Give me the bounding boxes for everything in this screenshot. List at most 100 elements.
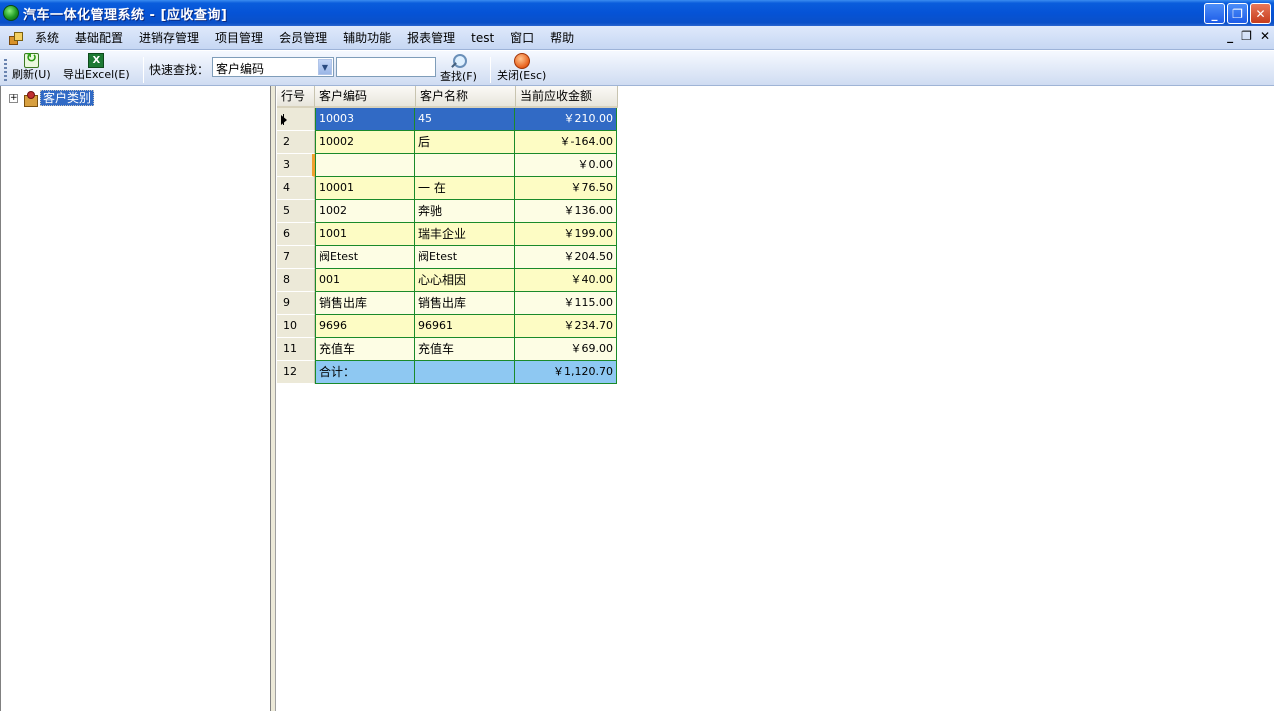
cell-amount[interactable]: ￥115.00 [515,292,617,315]
cell-customer-code[interactable]: 9696 [315,315,415,338]
close-window-button[interactable]: ✕ [1250,3,1271,24]
title-bar: 汽车一体化管理系统 - [应收查询] _ ❐ ✕ [0,0,1274,26]
mdi-minimize-button[interactable]: _ [1227,29,1233,43]
table-row[interactable]: 8 001 心心相因 ￥40.00 [277,269,618,292]
table-row[interactable]: 10 9696 96961 ￥234.70 [277,315,618,338]
cell-customer-name[interactable]: 45 [415,108,515,131]
menu-reports[interactable]: 报表管理 [399,27,463,49]
row-header[interactable]: 6 [277,223,315,246]
cell-customer-name[interactable]: 心心相因 [415,269,515,292]
cell-customer-name[interactable]: 瑞丰企业 [415,223,515,246]
tree-node-customer-category[interactable]: + 客户类别 [9,90,95,107]
category-tree-panel: + 客户类别 [0,86,271,711]
table-row[interactable]: 2 10002 后 ￥-164.00 [277,131,618,154]
close-button[interactable]: 关闭(Esc) [497,53,546,83]
cell-amount[interactable]: ￥-164.00 [515,131,617,154]
menu-help[interactable]: 帮助 [542,27,582,49]
panel-splitter[interactable] [271,86,276,711]
table-row[interactable]: 11 充值车 充值车 ￥69.00 [277,338,618,361]
menu-auxiliary[interactable]: 辅助功能 [335,27,399,49]
mdi-close-button[interactable]: ✕ [1260,29,1270,43]
cell-amount[interactable]: ￥199.00 [515,223,617,246]
toolbar-grip[interactable] [4,59,7,81]
chevron-down-icon[interactable]: ▼ [318,59,332,75]
cell-customer-code[interactable]: 销售出库 [315,292,415,315]
row-header[interactable] [277,108,315,131]
cell-customer-name[interactable]: 销售出库 [415,292,515,315]
menu-project[interactable]: 项目管理 [207,27,271,49]
cell-amount[interactable]: ￥136.00 [515,200,617,223]
restore-button[interactable]: ❐ [1227,3,1248,24]
expand-icon[interactable]: + [9,93,18,103]
table-row-total[interactable]: 12 合计： ￥1,120.70 [277,361,618,384]
cell-customer-name[interactable]: 充值车 [415,338,515,361]
column-header-amount[interactable]: 当前应收金额 [516,86,618,108]
row-header[interactable]: 9 [277,292,315,315]
toolbar: 刷新(U) X 导出Excel(E) 快速查找： 客户编码 ▼ 查找(F) 关闭… [0,51,1274,86]
mdi-restore-button[interactable]: ❐ [1241,29,1252,43]
cell-customer-name[interactable]: 一 在 [415,177,515,200]
cell-amount[interactable]: ￥210.00 [515,108,617,131]
cell-amount[interactable]: ￥40.00 [515,269,617,292]
row-header[interactable]: 4 [277,177,315,200]
cell-amount[interactable]: ￥76.50 [515,177,617,200]
table-row[interactable]: 3 ￥0.00 [277,154,618,177]
refresh-label: 刷新(U) [12,68,51,81]
cell-customer-name[interactable] [415,154,515,177]
column-header-customer-name[interactable]: 客户名称 [416,86,516,108]
cell-total-label[interactable]: 合计： [315,361,415,384]
cell-customer-name[interactable]: 奔驰 [415,200,515,223]
table-row[interactable]: 4 10001 一 在 ￥76.50 [277,177,618,200]
cell-amount[interactable]: ￥204.50 [515,246,617,269]
search-input[interactable] [336,57,436,77]
export-excel-button[interactable]: X 导出Excel(E) [63,53,130,82]
cell-customer-name[interactable]: 96961 [415,315,515,338]
tree-node-label[interactable]: 客户类别 [40,90,95,106]
cell-customer-name[interactable]: 阀Etest [415,246,515,269]
menu-system[interactable]: 系统 [27,27,67,49]
row-header[interactable]: 11 [277,338,315,361]
column-header-row-number[interactable]: 行号 [277,86,315,108]
find-button[interactable]: 查找(F) [440,53,477,84]
cell-customer-code[interactable] [315,154,415,177]
table-row[interactable]: 7 阀Etest 阀Etest ￥204.50 [277,246,618,269]
cell-customer-code[interactable]: 10001 [315,177,415,200]
row-header[interactable]: 8 [277,269,315,292]
cell-customer-code[interactable]: 1001 [315,223,415,246]
table-row[interactable]: 9 销售出库 销售出库 ￥115.00 [277,292,618,315]
row-header[interactable]: 12 [277,361,315,384]
row-header[interactable]: 3 [277,154,315,177]
row-header[interactable]: 10 [277,315,315,338]
cell-customer-code[interactable]: 10002 [315,131,415,154]
refresh-icon [23,51,39,68]
row-header[interactable]: 2 [277,131,315,154]
menu-basic-config[interactable]: 基础配置 [67,27,131,49]
table-row[interactable]: 10003 45 ￥210.00 [277,108,618,131]
window-controls: _ ❐ ✕ [1204,3,1271,24]
cell-customer-code[interactable]: 10003 [315,108,415,131]
cell-total-amount[interactable]: ￥1,120.70 [515,361,617,384]
cell-customer-code[interactable]: 阀Etest [315,246,415,269]
menu-member[interactable]: 会员管理 [271,27,335,49]
menu-window[interactable]: 窗口 [502,27,542,49]
cell-customer-code[interactable]: 1002 [315,200,415,223]
toolbar-separator [143,57,144,83]
minimize-button[interactable]: _ [1204,3,1225,24]
cell-amount[interactable]: ￥0.00 [515,154,617,177]
cell-customer-code[interactable]: 充值车 [315,338,415,361]
table-row[interactable]: 6 1001 瑞丰企业 ￥199.00 [277,223,618,246]
mdi-child-icon[interactable] [9,31,23,45]
cell-amount[interactable]: ￥69.00 [515,338,617,361]
row-header[interactable]: 5 [277,200,315,223]
column-header-customer-code[interactable]: 客户编码 [315,86,416,108]
menu-test[interactable]: test [463,27,502,49]
menu-inventory[interactable]: 进销存管理 [131,27,207,49]
cell-amount[interactable]: ￥234.70 [515,315,617,338]
table-row[interactable]: 5 1002 奔驰 ￥136.00 [277,200,618,223]
refresh-button[interactable]: 刷新(U) [12,51,51,82]
cell-customer-code[interactable]: 001 [315,269,415,292]
row-header[interactable]: 7 [277,246,315,269]
cell-customer-name[interactable] [415,361,515,384]
cell-customer-name[interactable]: 后 [415,131,515,154]
search-field-select[interactable]: 客户编码 ▼ [212,57,334,77]
